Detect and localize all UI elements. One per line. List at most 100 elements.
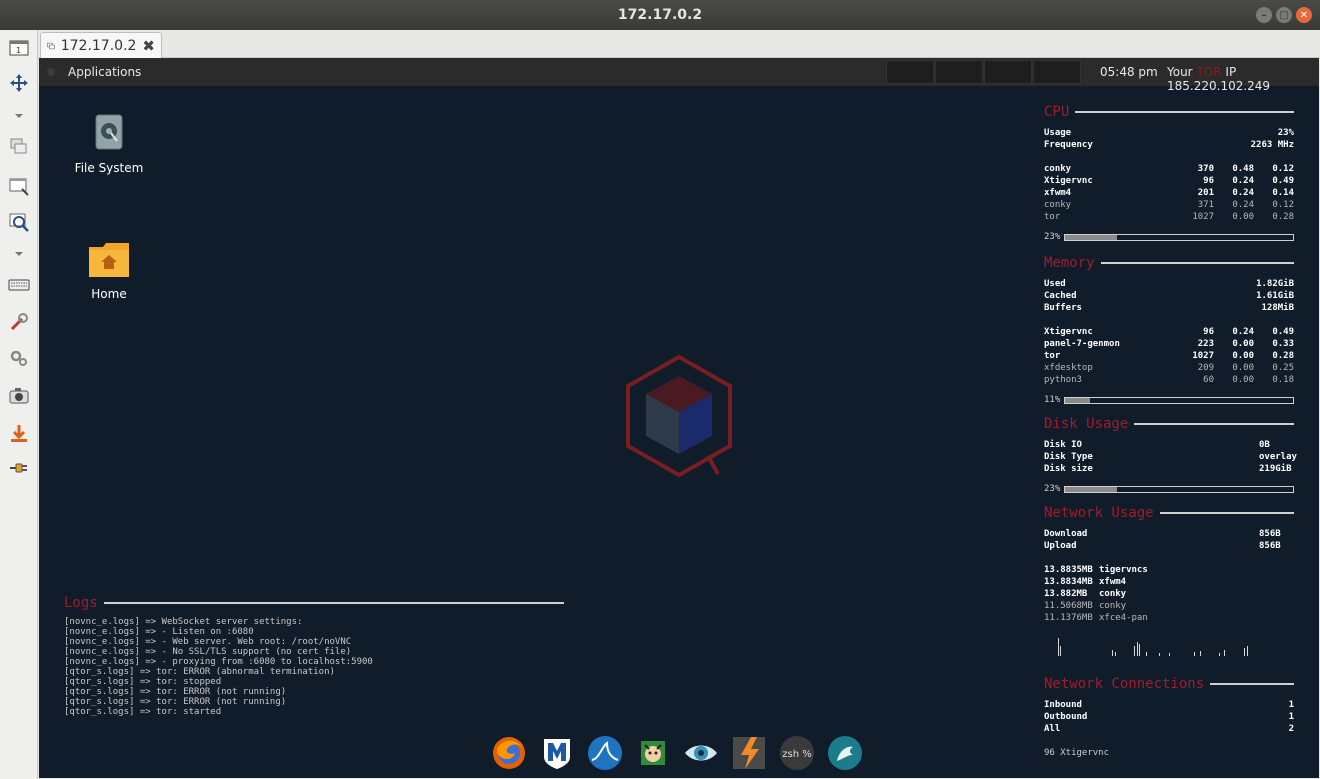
conn-outbound-label: Outbound [1044,712,1088,722]
disk-size-row: Disk size 219GiB [1044,463,1294,475]
proc-pid: 223 [1197,339,1214,349]
burp-icon[interactable] [635,735,671,771]
applications-menu[interactable]: Applications [68,65,141,79]
net-download-label: Download [1044,529,1088,539]
net-proc-row: 11.1376MB xfce4-pan [1044,612,1294,624]
zoom-icon[interactable] [7,210,31,234]
conn-footer-text: 96 Xtigervnc [1044,748,1110,758]
disk-io-value: 0B [1259,440,1270,450]
net-proc-size: 13.8835MB [1044,565,1093,575]
conn-footer: 96 Xtigervnc [1044,747,1294,759]
log-line: [novnc_e.logs] => - Listen on :6080 [64,627,254,637]
scale-icon[interactable] [7,174,31,198]
log-line: [qtor_s.logs] => tor: ERROR (not running… [64,687,287,697]
workspace-2[interactable] [935,60,983,84]
firefox-icon[interactable] [491,735,527,771]
proc-pid: 1027 [1192,212,1214,222]
memory-title: Memory [1044,255,1095,271]
fit-window-icon[interactable] [7,71,31,95]
proc-name: conky [1044,164,1072,174]
proc-cpu: 0.24 [1232,176,1254,186]
disk-header: Disk Usage [1044,416,1294,432]
minimize-button[interactable]: – [1256,7,1272,23]
log-line: [qtor_s.logs] => tor: ERROR (abnormal te… [64,667,335,677]
cpu-title: CPU [1044,104,1070,120]
cpu-proc-row: xfwm4 201 0.24 0.14 [1044,187,1294,199]
filesystem-desktop-icon[interactable]: File System [69,113,149,175]
mem-bar-row: 11% [1044,394,1294,406]
proc-mem: 0.28 [1272,351,1294,361]
mem-buffers-row: Buffers 128MiB [1044,302,1294,314]
net-download-row: Download 856B [1044,528,1294,540]
app-menu-icon[interactable] [47,68,55,76]
workspace-3[interactable] [984,60,1032,84]
kali-dragon-icon[interactable] [827,735,863,771]
proc-name: Xtigervnc [1044,176,1093,186]
metasploit-icon[interactable] [539,735,575,771]
log-line: [novnc_e.logs] => WebSocket server setti… [64,617,303,627]
proc-name: tor [1044,212,1061,222]
mem-proc-row: Xtigervnc 96 0.24 0.49 [1044,326,1294,338]
close-button[interactable]: ✕ [1296,7,1312,23]
mem-cached-row: Cached 1.61GiB [1044,290,1294,302]
proc-name: python3 [1044,375,1082,385]
tools-icon[interactable] [7,346,31,370]
screenshot-icon[interactable] [7,384,31,408]
home-desktop-icon[interactable]: Home [69,241,149,301]
chevron-down-icon[interactable] [7,104,31,128]
network-title: Network Usage [1044,505,1154,521]
logs-title: Logs [64,595,98,611]
cpu-proc-row: conky 370 0.48 0.12 [1044,163,1294,175]
proc-name: tor [1044,351,1061,361]
chevron-down-icon[interactable] [7,242,31,266]
clock[interactable]: 05:48 pm [1100,65,1158,79]
workspace-1[interactable] [886,60,934,84]
net-proc-size: 11.1376MB [1044,613,1093,623]
ip-tor-label: TOR [1196,65,1222,79]
cpu-proc-row: Xtigervnc 96 0.24 0.49 [1044,175,1294,187]
eye-scanner-icon[interactable] [683,735,719,771]
zap-proxy-icon[interactable] [731,735,767,771]
minimize-icon[interactable] [7,421,31,445]
maximize-button[interactable]: □ [1276,7,1292,23]
close-tab-icon[interactable]: ✖ [142,37,155,55]
wireshark-icon[interactable] [587,735,623,771]
disk-io-label: Disk IO [1044,440,1082,450]
memory-header: Memory [1044,255,1294,271]
cpu-usage-value: 23% [1277,128,1294,138]
conn-inbound-row: Inbound 1 [1044,699,1294,711]
log-line: [novnc_e.logs] => - No SSL/TLS support (… [64,647,352,657]
disk-type-value: overlay [1259,452,1297,462]
net-upload-value: 856B [1259,541,1281,551]
home-label: Home [91,287,127,301]
disconnect-icon[interactable] [7,456,31,480]
proc-pid: 1027 [1192,351,1214,361]
cpu-bar-label: 23% [1044,232,1061,242]
log-line: [qtor_s.logs] => tor: stopped [64,677,222,687]
workspace-4[interactable] [1033,60,1081,84]
mem-cached-label: Cached [1044,291,1077,301]
mem-proc-row: tor 1027 0.00 0.28 [1044,350,1294,362]
ip-prefix: Your [1167,65,1193,79]
conn-all-row: All 2 [1044,723,1294,735]
qtor-logo-icon [626,354,732,478]
net-proc-name: tigervncs [1099,565,1148,575]
proc-name: panel-7-genmon [1044,339,1120,349]
proc-mem: 0.33 [1272,339,1294,349]
tor-ip-indicator: Your TOR IP 185.220.102.249 [1167,65,1319,93]
multi-monitor-icon[interactable] [7,135,31,159]
proc-cpu: 0.00 [1232,351,1254,361]
remote-desktop[interactable]: Applications 05:48 pm Your TOR IP 185.22… [39,58,1319,778]
terminal-icon[interactable]: zsh % [779,735,815,771]
net-upload-row: Upload 856B [1044,540,1294,552]
workspace-switcher [886,60,1081,84]
tab-label: 172.17.0.2 [60,37,137,54]
disk-size-label: Disk size [1044,464,1093,474]
mem-buffers-value: 128MiB [1261,303,1294,313]
preferences-icon[interactable] [7,310,31,334]
keyboard-icon[interactable] [7,273,31,297]
tab-remote-session[interactable]: 172.17.0.2 ✖ [40,32,162,58]
toggle-fullscreen-icon[interactable]: 1 [7,36,31,60]
mem-used-row: Used 1.82GiB [1044,278,1294,290]
proc-pid: 201 [1197,188,1214,198]
